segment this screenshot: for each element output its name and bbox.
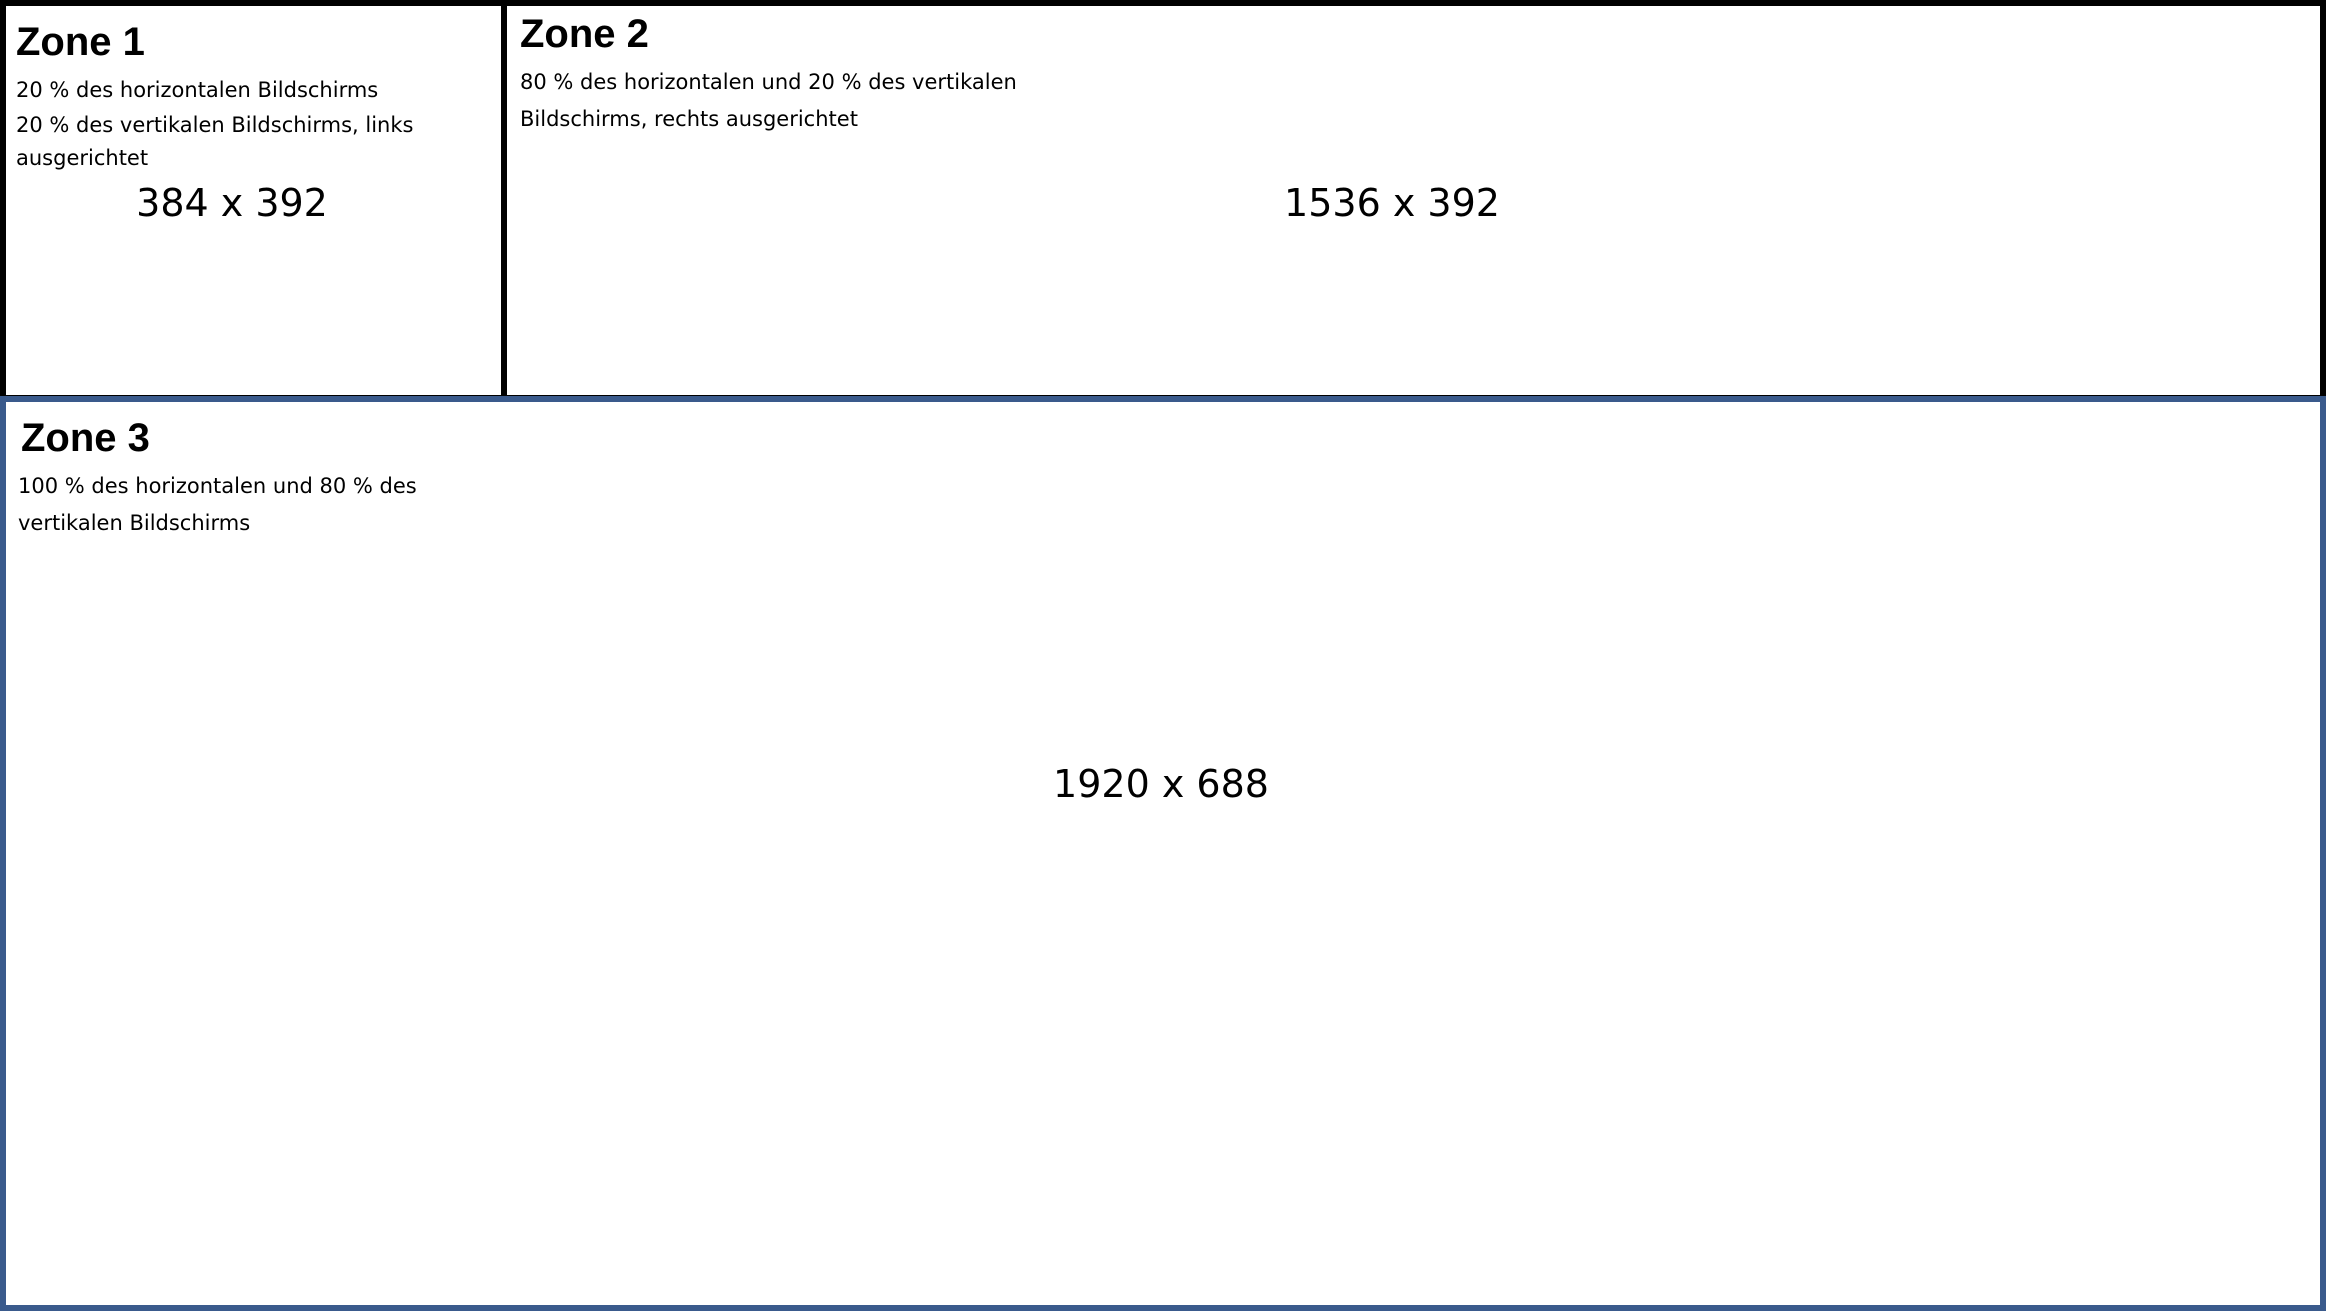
zone-1-description-vertical: 20 % des vertikalen Bildschirms, links a… — [16, 113, 414, 170]
zone-2-panel: Zone 2 80 % des horizontalen und 20 % de… — [501, 0, 2326, 401]
zone-2-description: 80 % des horizontalen und 20 % des verti… — [520, 70, 1017, 131]
zone-3-title: Zone 3 — [21, 416, 150, 460]
zone-3-description: 100 % des horizontalen und 80 % des vert… — [18, 474, 417, 535]
zone-1-panel: Zone 1 20 % des horizontalen Bildschirms… — [0, 0, 507, 401]
zone-1-description-horizontal: 20 % des horizontalen Bildschirms — [16, 78, 379, 102]
zone-3-panel: Zone 3 100 % des horizontalen und 80 % d… — [0, 396, 2326, 1311]
zone-1-size-label: 384 x 392 — [136, 181, 328, 225]
zone-2-size-label: 1536 x 392 — [1284, 181, 1500, 225]
zone-1-title: Zone 1 — [16, 20, 145, 64]
zone-2-title: Zone 2 — [520, 12, 649, 56]
zone-3-size-label: 1920 x 688 — [1053, 762, 1269, 806]
